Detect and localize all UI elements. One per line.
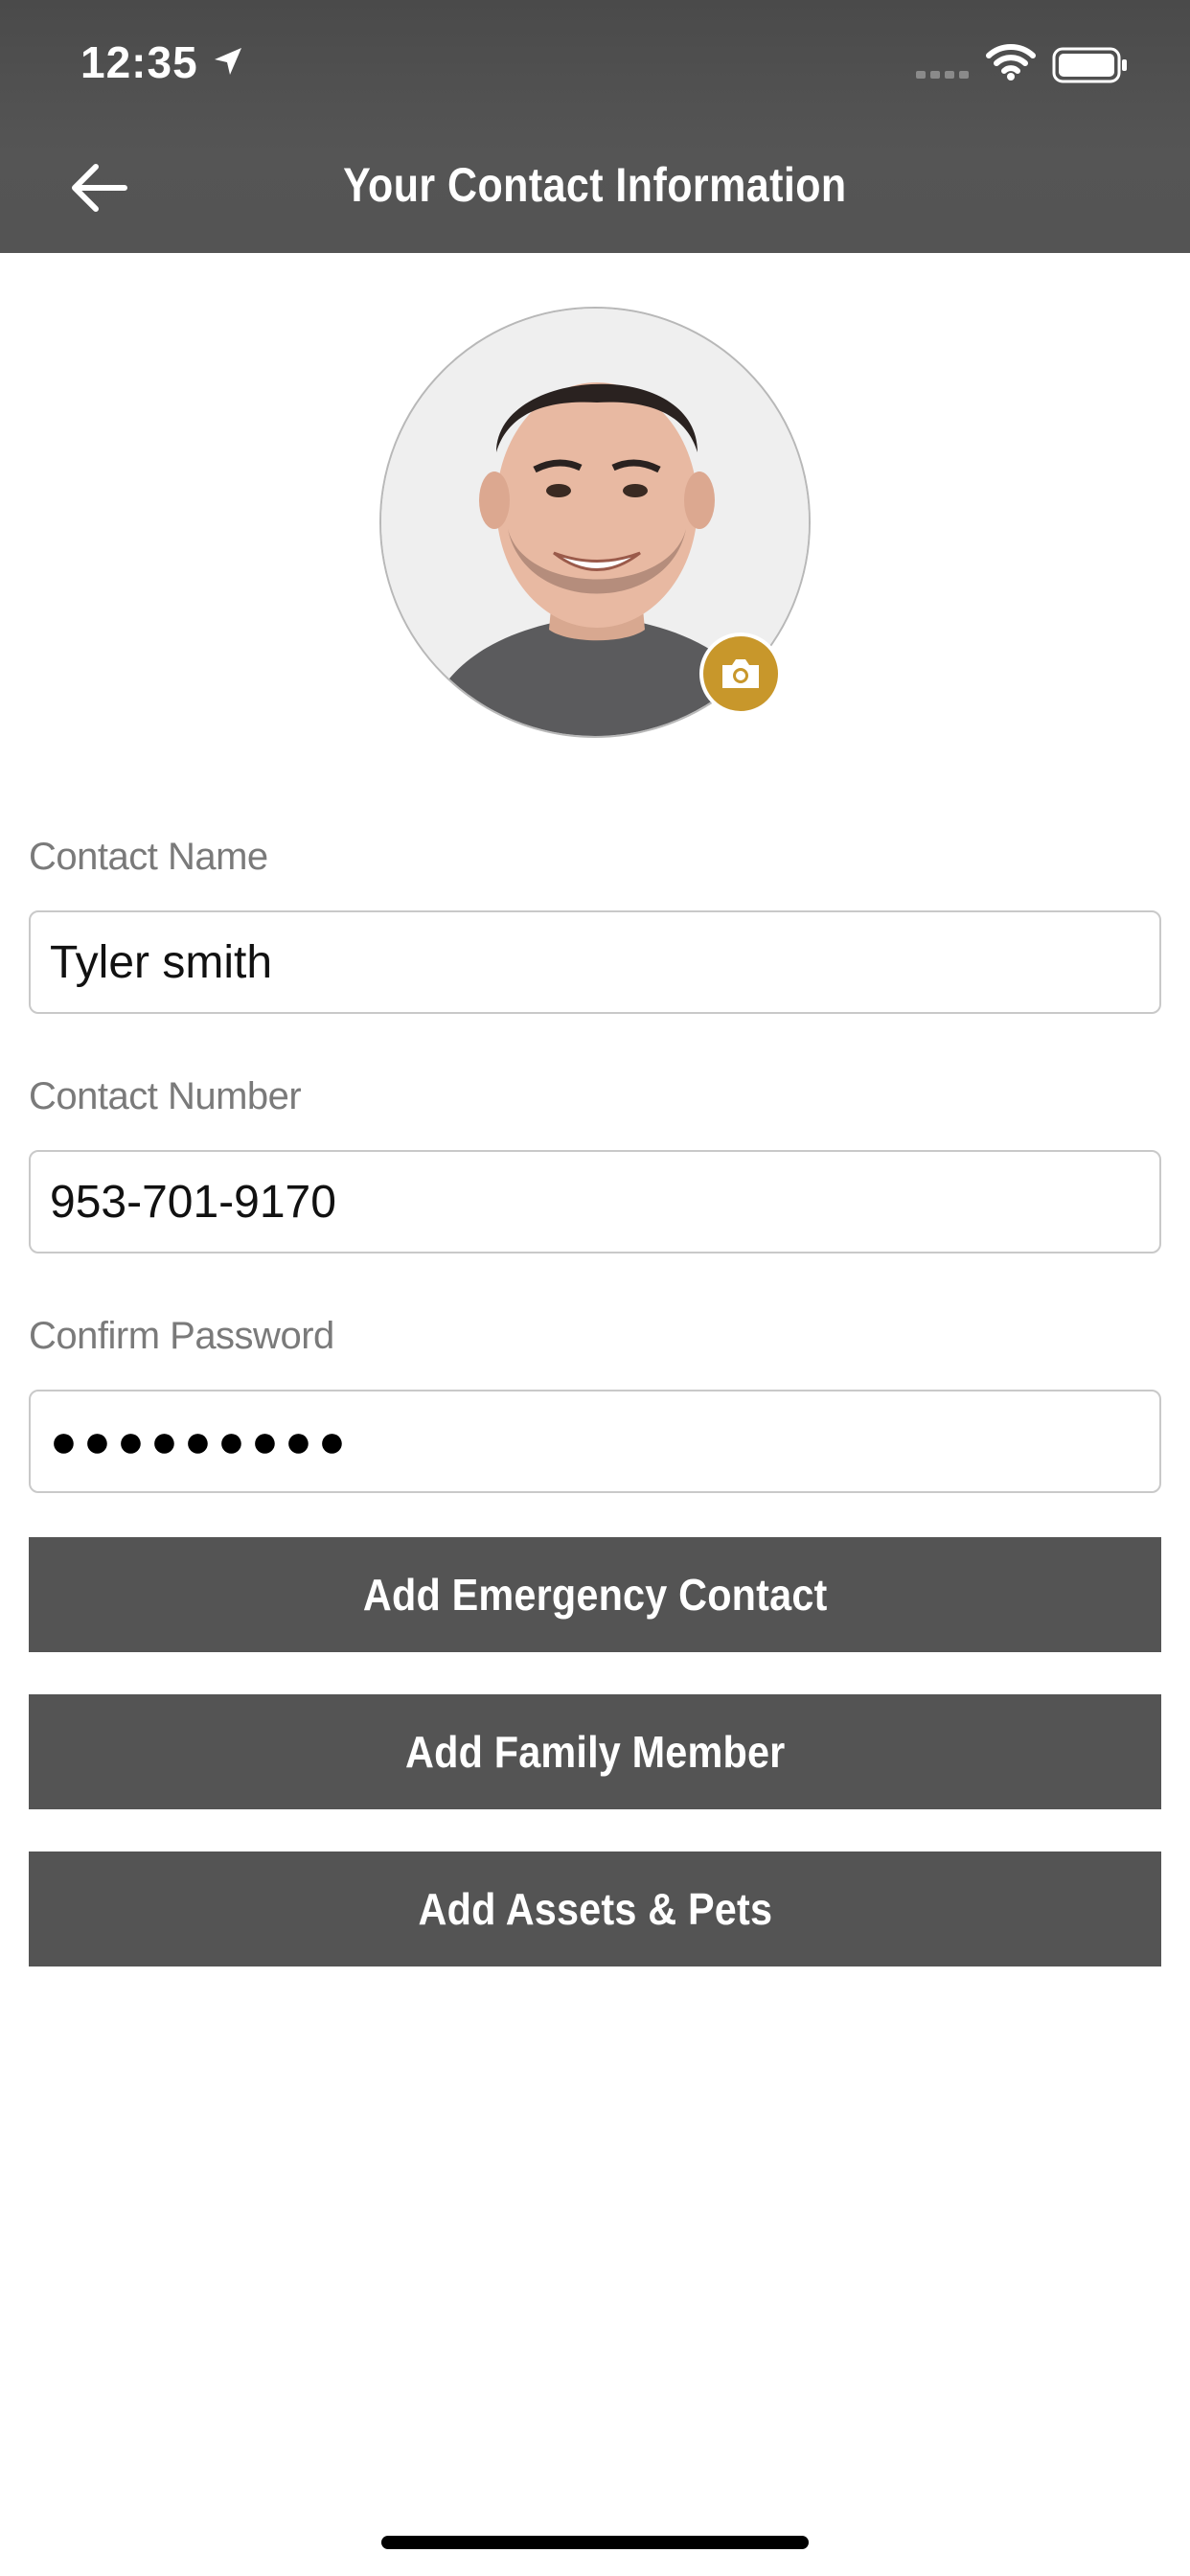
status-time: 12:35 xyxy=(80,37,198,87)
add-emergency-contact-button[interactable]: Add Emergency Contact xyxy=(29,1537,1161,1652)
contact-number-label: Contact Number xyxy=(29,1075,302,1117)
change-photo-button[interactable] xyxy=(699,632,782,715)
signal-icon xyxy=(916,71,969,79)
location-arrow-icon xyxy=(215,48,241,75)
contact-name-input[interactable] xyxy=(50,935,1140,989)
confirm-password-label: Confirm Password xyxy=(29,1315,334,1357)
contact-name-field-container xyxy=(29,910,1161,1014)
profile-photo-section xyxy=(379,307,811,738)
camera-icon xyxy=(722,659,759,688)
battery-icon xyxy=(1052,47,1127,83)
contact-number-field-container xyxy=(29,1150,1161,1254)
add-assets-pets-button[interactable]: Add Assets & Pets xyxy=(29,1852,1161,1966)
password-mask: ●●●●●●●●● xyxy=(50,1415,352,1467)
add-assets-pets-label: Add Assets & Pets xyxy=(418,1884,772,1934)
page-title: Your Contact Information xyxy=(343,158,847,212)
add-family-member-label: Add Family Member xyxy=(404,1727,786,1777)
add-emergency-contact-label: Add Emergency Contact xyxy=(362,1570,828,1620)
confirm-password-input[interactable]: ●●●●●●●●● xyxy=(29,1390,1161,1493)
contact-number-input[interactable] xyxy=(50,1175,1140,1229)
contact-name-label: Contact Name xyxy=(29,836,268,878)
home-indicator xyxy=(381,2536,809,2549)
add-family-member-button[interactable]: Add Family Member xyxy=(29,1694,1161,1809)
wifi-icon xyxy=(986,44,1036,80)
app-header: 12:35 Your Contact Information xyxy=(0,0,1190,253)
